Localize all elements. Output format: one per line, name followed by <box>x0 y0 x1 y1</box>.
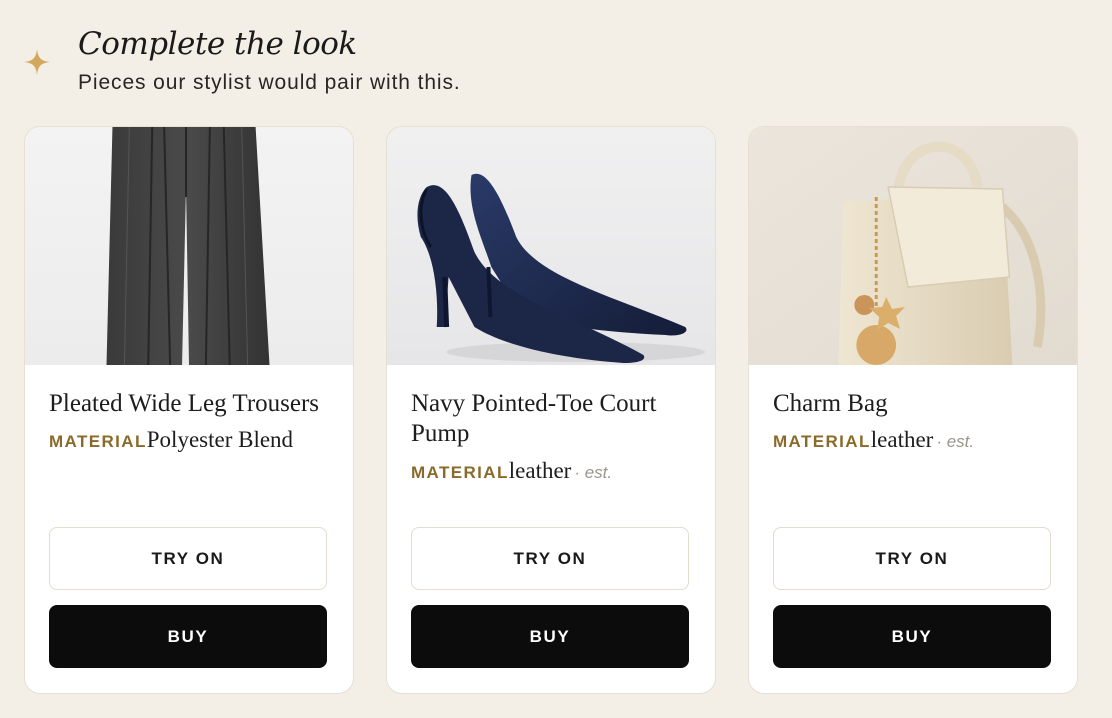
pumps-image[interactable] <box>387 127 715 365</box>
buy-button[interactable]: BUY <box>773 605 1051 668</box>
product-name[interactable]: Charm Bag <box>773 389 1063 419</box>
material-value: Polyester Blend <box>146 427 294 452</box>
complete-the-look-section: Complete the look Pieces our stylist wou… <box>0 0 1112 718</box>
material-value: leather <box>508 458 572 483</box>
material-label: MATERIAL <box>773 432 871 451</box>
material-value: leather <box>870 427 934 452</box>
bag-image[interactable] <box>749 127 1077 365</box>
try-on-button[interactable]: TRY ON <box>773 527 1051 590</box>
material-label: MATERIAL <box>49 432 147 451</box>
material-row: MATERIAL leather · est. <box>773 427 974 453</box>
product-card: Charm Bag MATERIAL leather · est. TRY ON… <box>748 126 1078 694</box>
section-title: Complete the look <box>78 26 357 62</box>
material-row: MATERIAL Polyester Blend <box>49 427 293 453</box>
buy-button[interactable]: BUY <box>49 605 327 668</box>
trousers-image[interactable] <box>25 127 353 365</box>
product-card: Pleated Wide Leg Trousers MATERIAL Polye… <box>24 126 354 694</box>
material-estimate-note: · est. <box>936 432 975 451</box>
product-name[interactable]: Pleated Wide Leg Trousers <box>49 389 339 419</box>
material-label: MATERIAL <box>411 463 509 482</box>
buy-button[interactable]: BUY <box>411 605 689 668</box>
product-card: Navy Pointed-Toe Court Pump MATERIAL lea… <box>386 126 716 694</box>
try-on-button[interactable]: TRY ON <box>49 527 327 590</box>
sparkle-icon <box>24 49 50 75</box>
material-row: MATERIAL leather · est. <box>411 458 612 484</box>
product-name[interactable]: Navy Pointed-Toe Court Pump <box>411 389 701 449</box>
material-estimate-note: · est. <box>574 463 613 482</box>
try-on-button[interactable]: TRY ON <box>411 527 689 590</box>
section-subtitle: Pieces our stylist would pair with this. <box>78 71 461 94</box>
